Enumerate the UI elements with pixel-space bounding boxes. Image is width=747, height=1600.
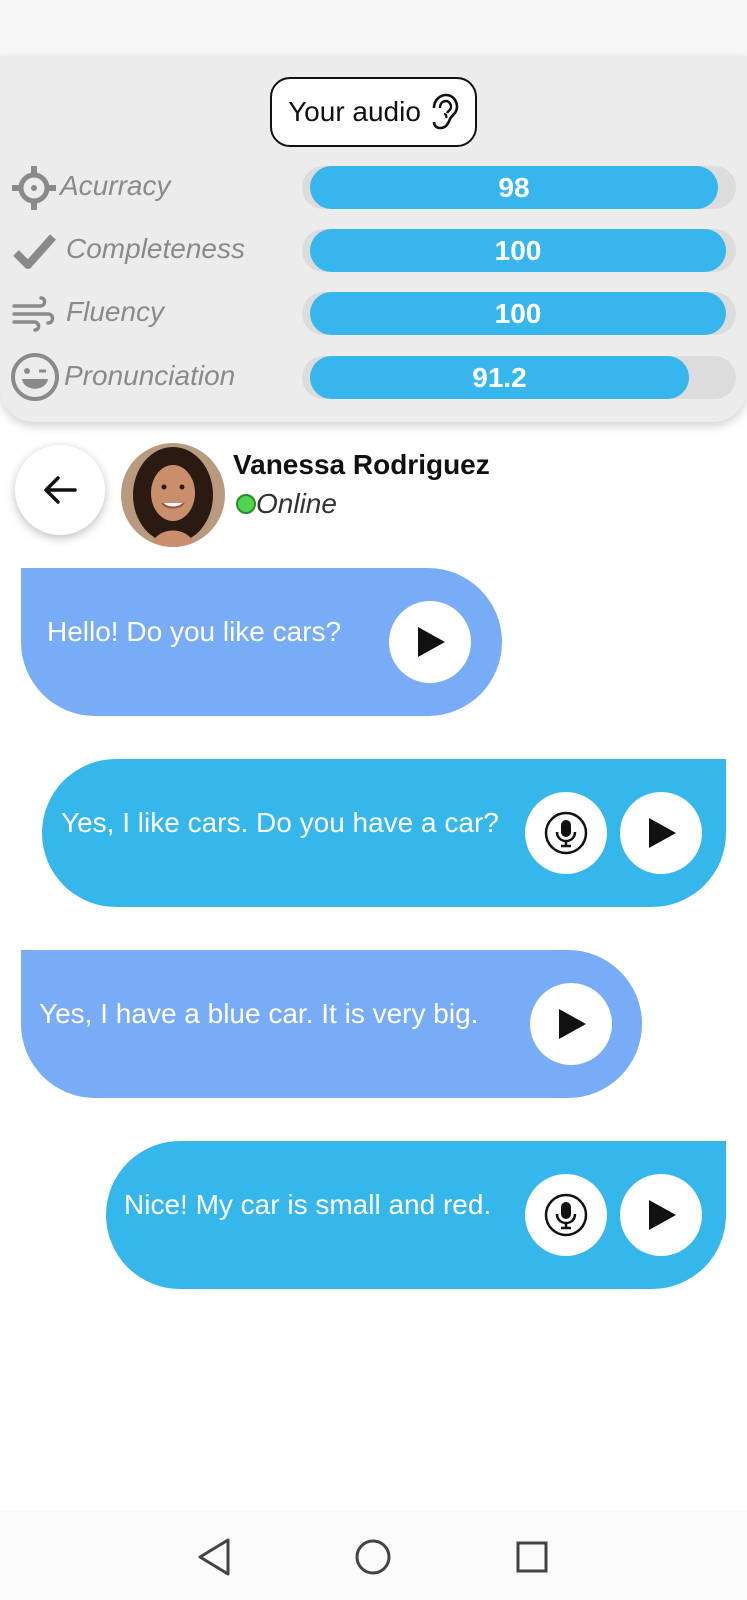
- metric-value: 100: [494, 234, 542, 266]
- metric-label: Completeness: [66, 233, 245, 264]
- nav-home-button[interactable]: [353, 1537, 393, 1577]
- microphone-icon: [544, 811, 588, 855]
- play-icon: [559, 1009, 586, 1039]
- square-recents-icon: [516, 1541, 548, 1573]
- status-bar: [0, 0, 747, 56]
- metric-value: 98: [498, 171, 530, 203]
- metric-row-completeness: Completeness 100: [0, 223, 747, 279]
- play-button[interactable]: [620, 1174, 702, 1256]
- check-icon: [13, 234, 56, 269]
- message-text: Yes, I like cars. Do you have a car?: [61, 807, 499, 838]
- metric-value: 91.2: [472, 361, 527, 393]
- play-icon: [418, 627, 445, 657]
- message-bubble-outgoing: Nice! My car is small and red.: [106, 1141, 726, 1289]
- play-button[interactable]: [620, 792, 702, 874]
- ear-icon: [432, 93, 459, 130]
- online-status-dot: [236, 494, 256, 514]
- metric-row-accuracy: Acurracy 98: [0, 160, 747, 216]
- metric-bar-fill: 100: [310, 229, 726, 272]
- metric-row-fluency: Fluency 100: [0, 286, 747, 342]
- metric-label: Acurracy: [60, 170, 171, 201]
- metric-bar-fill: 98: [310, 166, 718, 209]
- nav-back-button[interactable]: [194, 1537, 234, 1577]
- message-text: Hello! Do you like cars?: [47, 616, 342, 647]
- contact-name: Vanessa Rodriguez: [233, 449, 490, 480]
- your-audio-label: Your audio: [288, 96, 421, 127]
- play-button[interactable]: [530, 983, 612, 1065]
- microphone-icon: [544, 1193, 588, 1237]
- back-button[interactable]: [15, 445, 105, 535]
- metric-label: Fluency: [66, 296, 165, 327]
- play-button[interactable]: [389, 601, 471, 683]
- circle-home-icon: [355, 1539, 391, 1575]
- smiley-icon: [11, 353, 59, 401]
- nav-recents-button[interactable]: [512, 1537, 552, 1577]
- wind-icon: [12, 296, 55, 332]
- message-text: Nice! My car is small and red.: [124, 1189, 492, 1220]
- crosshair-icon: [12, 166, 56, 210]
- metric-label: Pronunciation: [64, 360, 236, 391]
- message-bubble-incoming: Yes, I have a blue car. It is very big.: [21, 950, 642, 1098]
- message-bubble-incoming: Hello! Do you like cars?: [21, 568, 502, 716]
- play-icon: [649, 1200, 676, 1230]
- play-icon: [649, 818, 676, 848]
- your-audio-button[interactable]: Your audio: [270, 77, 477, 147]
- metric-bar-fill: 91.2: [310, 356, 689, 399]
- metric-row-pronunciation: Pronunciation 91.2: [0, 350, 747, 406]
- message-text: Yes, I have a blue car. It is very big.: [39, 998, 479, 1029]
- message-bubble-outgoing: Yes, I like cars. Do you have a car?: [42, 759, 726, 907]
- avatar[interactable]: [121, 443, 225, 547]
- microphone-button[interactable]: [525, 1174, 607, 1256]
- contact-status: Online: [256, 488, 337, 519]
- metric-value: 100: [494, 297, 542, 329]
- microphone-button[interactable]: [525, 792, 607, 874]
- metric-bar-fill: 100: [310, 292, 726, 335]
- arrow-left-icon: [44, 476, 77, 504]
- triangle-back-icon: [198, 1538, 230, 1576]
